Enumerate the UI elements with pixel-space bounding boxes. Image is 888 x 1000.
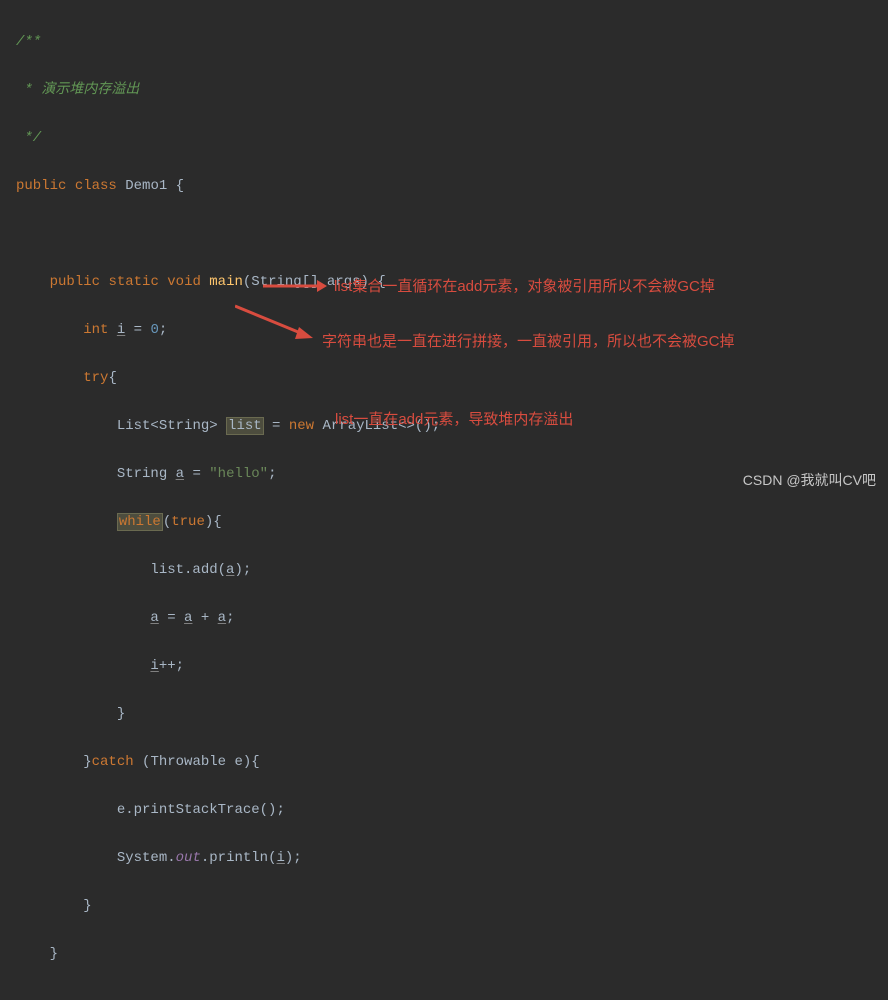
print-stacktrace: e.printStackTrace();	[16, 798, 888, 822]
brace-close: }	[16, 894, 888, 918]
println-call: System.out.println(i);	[16, 846, 888, 870]
arrow-2	[235, 302, 315, 342]
list-var-highlight: list	[226, 417, 264, 435]
catch-block: }catch (Throwable e){	[16, 750, 888, 774]
brace-close: }	[16, 702, 888, 726]
code-editor: /** * 演示堆内存溢出 */ public class Demo1 { pu…	[0, 0, 888, 1000]
string-concat: a = a + a;	[16, 606, 888, 630]
blank-line	[16, 222, 888, 246]
annotation-1: list集合一直循环在add元素，对象被引用所以不会被GC掉	[334, 275, 715, 299]
arrow-1	[263, 278, 327, 294]
blank-line	[16, 990, 888, 1000]
try-block: try{	[16, 366, 888, 390]
list-add-call: list.add(a);	[16, 558, 888, 582]
watermark: CSDN @我就叫CV吧	[743, 468, 876, 492]
annotation-2: 字符串也是一直在进行拼接，一直被引用，所以也不会被GC掉	[322, 330, 735, 354]
while-loop: while(true){	[16, 510, 888, 534]
comment-line: * 演示堆内存溢出	[16, 78, 888, 102]
annotation-3: list一直在add元素，导致堆内存溢出	[335, 408, 573, 432]
class-declaration: public class Demo1 {	[16, 174, 888, 198]
comment-line: */	[16, 126, 888, 150]
comment-line: /**	[16, 30, 888, 54]
brace-close: }	[16, 942, 888, 966]
increment: i++;	[16, 654, 888, 678]
